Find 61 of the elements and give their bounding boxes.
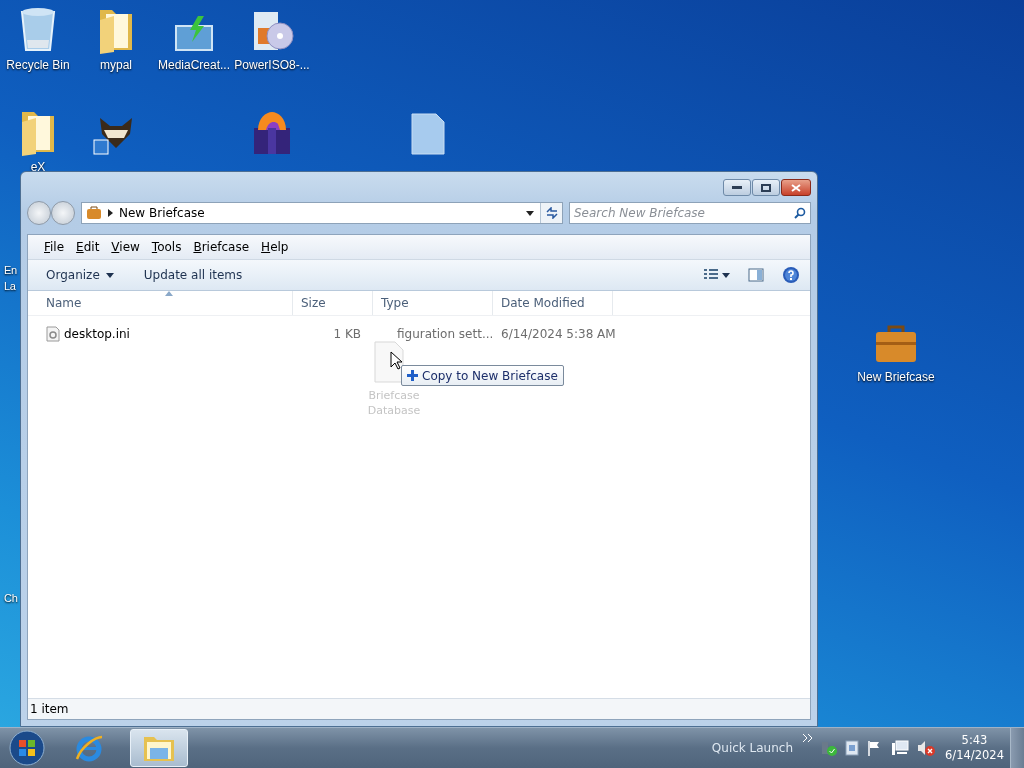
- icon-label[interactable]: Recycle Bin: [6, 58, 70, 72]
- menu-item[interactable]: Tools: [147, 238, 186, 256]
- icon-label[interactable]: New Briefcase: [857, 370, 935, 384]
- start-button[interactable]: [6, 729, 48, 767]
- icon-label[interactable]: La: [4, 280, 16, 292]
- refresh-icon: [544, 207, 559, 219]
- address-bar[interactable]: New Briefcase: [81, 202, 563, 224]
- caret-icon: [105, 272, 114, 278]
- minimize-button[interactable]: [723, 179, 751, 196]
- search-icon: [794, 207, 806, 219]
- monitor-icon: [172, 14, 216, 54]
- table-cell-text: figuration sett...: [396, 327, 493, 341]
- dropdown-icon[interactable]: [526, 210, 534, 216]
- caret-icon: [722, 272, 730, 278]
- minimize-icon: [732, 185, 742, 190]
- muted-speaker-icon[interactable]: [917, 740, 936, 756]
- sort-arrow-icon: [165, 291, 173, 296]
- shield-check-icon[interactable]: [821, 740, 838, 756]
- network-icon[interactable]: [891, 740, 910, 756]
- browser-icon: [74, 733, 104, 763]
- column-header[interactable]: Type: [373, 291, 493, 315]
- chevron-icon: [108, 209, 113, 217]
- file-name[interactable]: desktop.ini: [64, 327, 130, 341]
- recycle-bin-icon: [18, 6, 58, 54]
- menu-item[interactable]: View: [107, 238, 144, 256]
- icon-label[interactable]: eX: [30, 160, 46, 174]
- icon-label[interactable]: PowerISO8-...: [234, 58, 310, 72]
- toolbar-button[interactable]: Update all items: [135, 265, 251, 285]
- maximize-icon: [761, 183, 771, 192]
- status-text: 1 item: [30, 702, 69, 716]
- menu-item[interactable]: Help: [257, 238, 293, 256]
- close-button[interactable]: [781, 179, 811, 196]
- table-cell-text: 1 KB: [332, 327, 362, 341]
- briefcase-icon: [86, 206, 102, 220]
- cursor-icon: [390, 351, 402, 370]
- menu-item[interactable]: File: [40, 238, 69, 256]
- chevrons-icon[interactable]: [803, 734, 814, 742]
- icon-label[interactable]: mypal: [100, 58, 132, 72]
- plus-icon: [407, 370, 418, 381]
- maximize-button[interactable]: [752, 179, 780, 196]
- column-header[interactable]: Name: [38, 291, 293, 315]
- menu-item[interactable]: Edit: [72, 238, 104, 256]
- settings-file-icon: [46, 326, 60, 342]
- icon-label[interactable]: MediaCreat...: [158, 58, 230, 72]
- toolbar-button[interactable]: Organize: [38, 265, 122, 285]
- dragged-file-label: Briefcase Database: [366, 388, 422, 418]
- toolbar-label[interactable]: Quick Launch: [711, 741, 794, 755]
- column-header[interactable]: Size: [293, 291, 373, 315]
- close-icon: [791, 183, 801, 192]
- clock[interactable]: 5:43 6/14/2024: [945, 733, 1004, 763]
- column-header[interactable]: Date Modified: [493, 291, 613, 315]
- icon-label[interactable]: En: [4, 264, 17, 276]
- file-icon: [410, 112, 446, 156]
- search-field[interactable]: Search New Briefcase: [569, 202, 811, 224]
- list-view-icon: [704, 269, 718, 281]
- tooltip-text: Copy to New Briefcase: [422, 368, 558, 383]
- document-icon[interactable]: [845, 740, 860, 756]
- help-button[interactable]: [780, 264, 802, 286]
- menu-item[interactable]: Briefcase: [189, 238, 254, 256]
- table-cell-text: 6/14/2024 5:38 AM: [500, 327, 617, 341]
- refresh-button[interactable]: [540, 203, 562, 223]
